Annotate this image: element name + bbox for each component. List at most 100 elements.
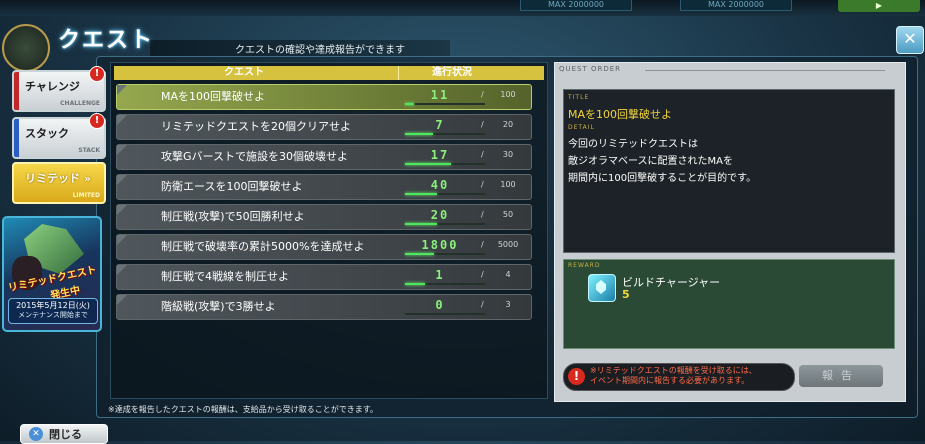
quest-row[interactable]: 制圧戦で4戦線を制圧せよ 1 / 4 bbox=[116, 264, 532, 290]
progress-track bbox=[405, 313, 485, 315]
progress-max: 50 bbox=[502, 210, 514, 219]
quest-rows: MAを100回撃破せよ 11 / 100 リミテッドクエストを20個クリアせよ … bbox=[116, 84, 532, 324]
close-circle-icon: ✕ bbox=[29, 427, 43, 441]
progress-max: 20 bbox=[502, 120, 514, 129]
panel-header: QUEST ORDER bbox=[559, 65, 622, 73]
row-corner bbox=[117, 175, 127, 185]
tab-limited[interactable]: リミテッド » LIMITED bbox=[12, 162, 106, 204]
row-corner bbox=[117, 235, 127, 245]
limited-quest-promo-banner[interactable]: リミテッドクエスト 発生中 2015年5月12日(火) メンテナンス開始まで bbox=[2, 216, 102, 332]
tab-sublabel: STACK bbox=[78, 147, 100, 154]
progress-current: 40 bbox=[430, 178, 450, 192]
reward-note: ※達成を報告したクエストの報酬は、支給品から受け取ることができます。 bbox=[108, 405, 378, 414]
progress-current: 7 bbox=[435, 118, 445, 132]
quest-description: 今回のリミテッドクエストは 敵ジオラマベースに配置されたMAを 期間内に100回… bbox=[568, 139, 757, 184]
reward-name: ビルドチャージャー bbox=[622, 276, 721, 289]
close-button[interactable]: ✕ 閉じる bbox=[20, 424, 108, 444]
quest-progress: 17 / 30 bbox=[405, 147, 525, 165]
column-progress: 進行状況 bbox=[432, 67, 472, 78]
quest-row[interactable]: 制圧戦で破壊率の累計5000%を達成せよ 1800 / 5000 bbox=[116, 234, 532, 260]
tab-sublabel: CHALLENGE bbox=[60, 100, 100, 107]
progress-fill bbox=[405, 103, 414, 105]
progress-current: 17 bbox=[430, 148, 450, 162]
double-chevron-icon: » bbox=[83, 172, 91, 185]
tab-accent bbox=[14, 72, 19, 110]
reward-count: 5 bbox=[622, 288, 630, 301]
progress-current: 11 bbox=[430, 88, 450, 102]
warning-text: ※リミテッドクエストの報酬を受け取るには、 イベント期間内に報告する必要がありま… bbox=[590, 366, 757, 385]
quest-name: 制圧戦(攻撃)で50回勝利せよ bbox=[161, 210, 305, 223]
progress-max: 5000 bbox=[497, 240, 519, 249]
quest-name: 制圧戦で破壊率の累計5000%を達成せよ bbox=[161, 240, 365, 253]
row-corner bbox=[117, 205, 127, 215]
progress-current: 1 bbox=[435, 268, 445, 282]
progress-track bbox=[405, 253, 485, 255]
row-corner bbox=[117, 295, 127, 305]
quest-row[interactable]: リミテッドクエストを20個クリアせよ 7 / 20 bbox=[116, 114, 532, 140]
row-corner bbox=[117, 145, 127, 155]
progress-track bbox=[405, 223, 485, 225]
progress-max: 30 bbox=[502, 150, 514, 159]
quest-name: MAを100回撃破せよ bbox=[161, 90, 266, 103]
reward-box: REWARD ビルドチャージャー 5 bbox=[563, 259, 895, 349]
warning-icon: ! bbox=[568, 368, 585, 385]
quest-row[interactable]: MAを100回撃破せよ 11 / 100 bbox=[116, 84, 532, 110]
quest-row[interactable]: 制圧戦(攻撃)で50回勝利せよ 20 / 50 bbox=[116, 204, 532, 230]
tab-sublabel: LIMITED bbox=[72, 192, 100, 199]
progress-slash: / bbox=[481, 300, 484, 309]
quest-progress: 0 / 3 bbox=[405, 297, 525, 315]
quest-name: リミテッドクエストを20個クリアせよ bbox=[161, 120, 351, 133]
column-quest: クエスト bbox=[224, 67, 264, 78]
close-icon[interactable]: ✕ bbox=[896, 26, 924, 54]
progress-fill bbox=[405, 193, 437, 195]
progress-slash: / bbox=[481, 270, 484, 279]
progress-fill bbox=[405, 133, 433, 135]
progress-slash: / bbox=[481, 180, 484, 189]
quest-name: 防衛エースを100回撃破せよ bbox=[161, 180, 303, 193]
quest-row[interactable]: 防衛エースを100回撃破せよ 40 / 100 bbox=[116, 174, 532, 200]
progress-slash: / bbox=[481, 210, 484, 219]
quest-name: 階級戦(攻撃)で3勝せよ bbox=[161, 300, 276, 313]
quest-title: MAを100回撃破せよ bbox=[568, 108, 673, 121]
quest-progress: 11 / 100 bbox=[405, 87, 525, 105]
progress-track bbox=[405, 103, 485, 105]
warning-banner: ! ※リミテッドクエストの報酬を受け取るには、 イベント期間内に報告する必要があ… bbox=[563, 363, 795, 391]
tab-label: チャレンジ bbox=[25, 80, 80, 93]
challenge-alert-badge: ! bbox=[89, 66, 105, 82]
page-subtitle: クエストの確認や達成報告ができます bbox=[235, 45, 405, 56]
progress-slash: / bbox=[481, 150, 484, 159]
quest-progress: 20 / 50 bbox=[405, 207, 525, 225]
stack-alert-badge: ! bbox=[89, 113, 105, 129]
page-title: クエスト bbox=[58, 28, 155, 53]
row-corner bbox=[117, 85, 127, 95]
progress-fill bbox=[405, 283, 425, 285]
panel-header-line bbox=[645, 70, 885, 71]
quest-description-box: TITLE MAを100回撃破せよ DETAIL 今回のリミテッドクエストは 敵… bbox=[563, 89, 895, 253]
top-value-1: MAX 2000000 bbox=[520, 0, 632, 11]
quest-row[interactable]: 攻撃Gバーストで施設を30個破壊せよ 17 / 30 bbox=[116, 144, 532, 170]
progress-track bbox=[405, 133, 485, 135]
quest-list-header: クエスト 進行状況 bbox=[114, 66, 544, 80]
top-right-button[interactable]: ▶ bbox=[838, 0, 920, 12]
progress-max: 100 bbox=[500, 90, 516, 99]
promo-date-sub: メンテナンス開始まで bbox=[18, 311, 88, 319]
quest-progress: 1800 / 5000 bbox=[405, 237, 525, 255]
quest-progress: 40 / 100 bbox=[405, 177, 525, 195]
tab-label: リミテッド » bbox=[25, 172, 91, 185]
progress-current: 1800 bbox=[421, 238, 459, 252]
quest-progress: 1 / 4 bbox=[405, 267, 525, 285]
row-corner bbox=[117, 265, 127, 275]
progress-fill bbox=[405, 223, 437, 225]
quest-row[interactable]: 階級戦(攻撃)で3勝せよ 0 / 3 bbox=[116, 294, 532, 320]
reward-label: REWARD bbox=[568, 262, 601, 269]
top-value-2: MAX 2000000 bbox=[680, 0, 792, 11]
quest-order-panel: QUEST ORDER TITLE MAを100回撃破せよ DETAIL 今回の… bbox=[554, 62, 906, 402]
tab-label: スタック bbox=[25, 127, 69, 140]
progress-track bbox=[405, 193, 485, 195]
progress-max: 3 bbox=[505, 300, 511, 309]
title-label: TITLE bbox=[568, 94, 590, 101]
progress-fill bbox=[405, 253, 434, 255]
promo-date-box: 2015年5月12日(火) メンテナンス開始まで bbox=[8, 298, 98, 324]
quest-emblem-icon bbox=[2, 24, 50, 72]
report-button[interactable]: 報告 bbox=[799, 365, 883, 387]
